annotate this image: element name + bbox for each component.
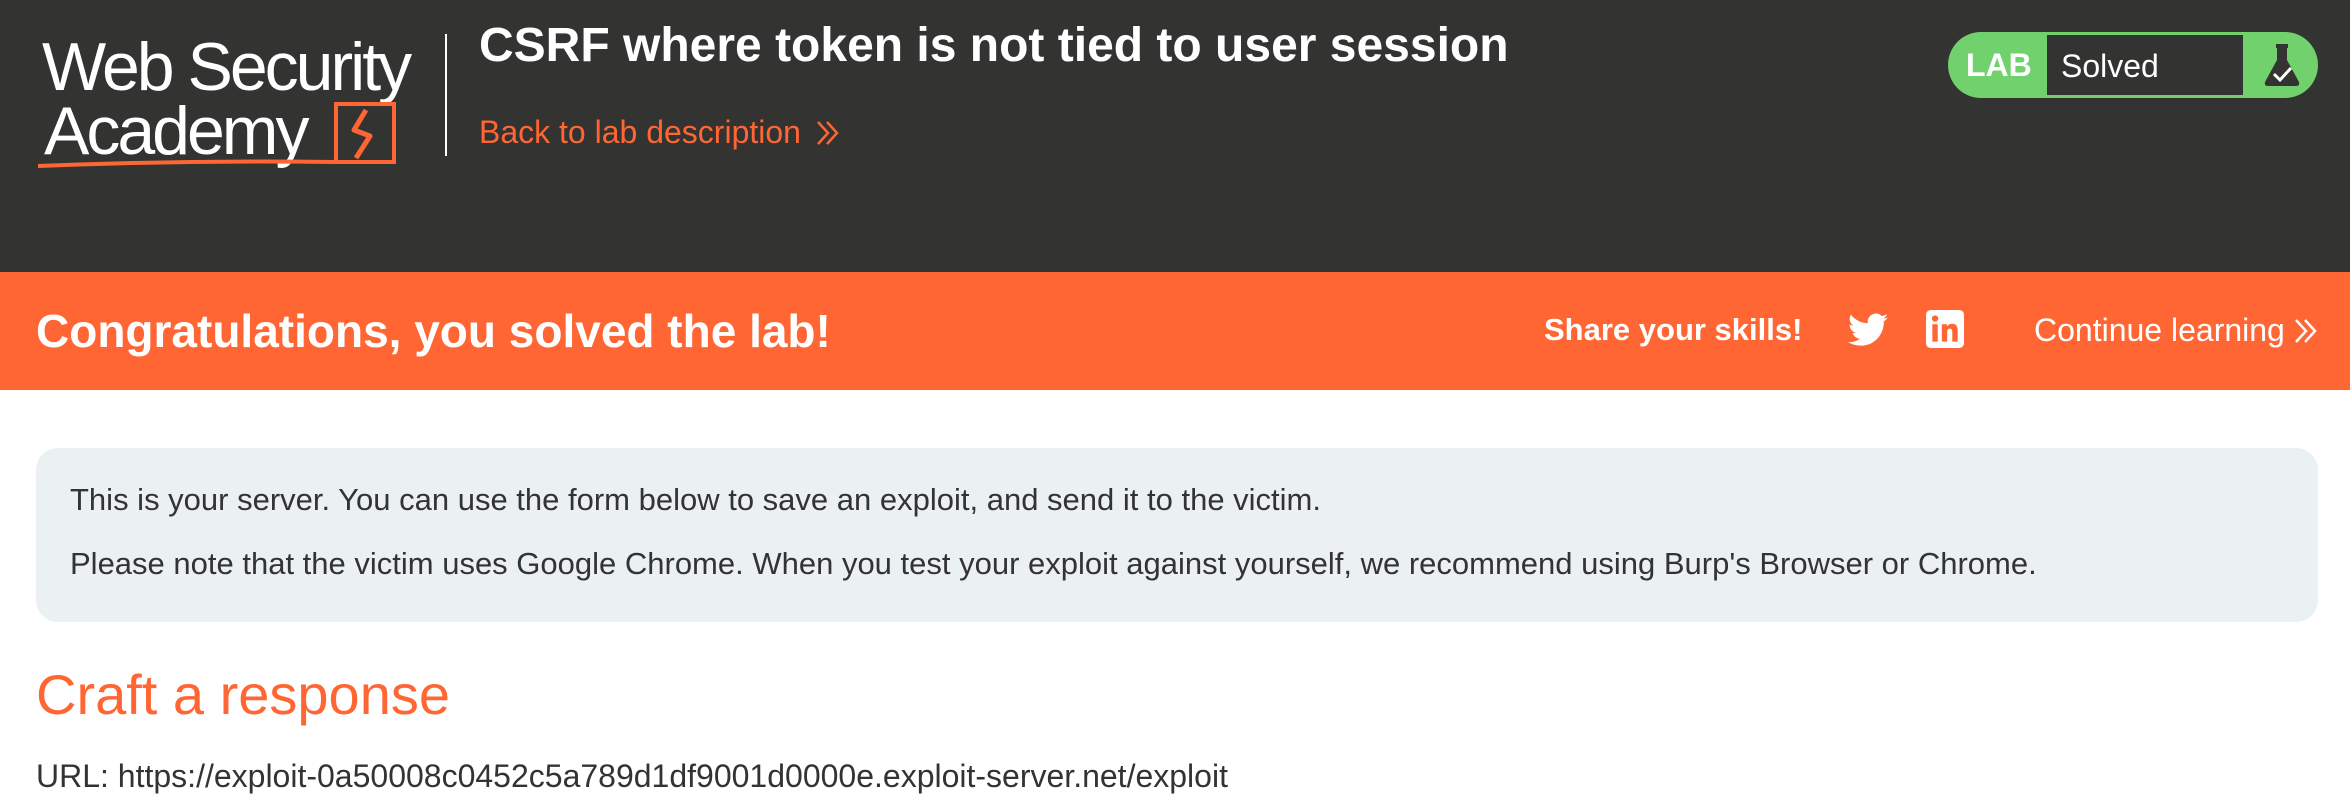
top-header: Web Security Academy CSRF where token is… <box>0 0 2350 272</box>
back-link-label: Back to lab description <box>479 114 801 150</box>
logo-divider <box>445 34 447 156</box>
web-security-academy-logo[interactable]: Web Security Academy <box>36 26 446 176</box>
linkedin-icon[interactable] <box>1926 310 1964 348</box>
svg-text:Academy: Academy <box>44 93 309 169</box>
share-skills-label: Share your skills! <box>1544 312 1803 347</box>
exploit-url: URL: https://exploit-0a50008c0452c5a789d… <box>36 758 1228 794</box>
back-to-lab-description-link[interactable]: Back to lab description <box>479 114 841 151</box>
double-chevron-right-icon <box>2293 317 2319 345</box>
flask-check-icon <box>2264 44 2300 86</box>
continue-learning-label: Continue learning <box>2034 312 2285 348</box>
lab-tag: LAB <box>1966 47 2032 83</box>
solved-message: Congratulations, you solved the lab! <box>36 305 831 357</box>
double-chevron-right-icon <box>815 119 841 147</box>
continue-learning-link[interactable]: Continue learning <box>2034 312 2319 349</box>
lab-solved-banner: Congratulations, you solved the lab! Sha… <box>0 272 2350 390</box>
status-box: Solved <box>2046 34 2244 96</box>
lab-status-widget: LAB Solved <box>1948 32 2318 98</box>
lab-status-text: Solved <box>2061 48 2159 84</box>
server-info-box: This is your server. You can use the for… <box>36 448 2318 622</box>
lab-title: CSRF where token is not tied to user ses… <box>479 19 1509 72</box>
craft-response-heading: Craft a response <box>36 663 450 726</box>
victim-browser-note: Please note that the victim uses Google … <box>70 546 2037 581</box>
twitter-icon[interactable] <box>1848 312 1888 348</box>
server-info-text: This is your server. You can use the for… <box>70 482 1321 517</box>
